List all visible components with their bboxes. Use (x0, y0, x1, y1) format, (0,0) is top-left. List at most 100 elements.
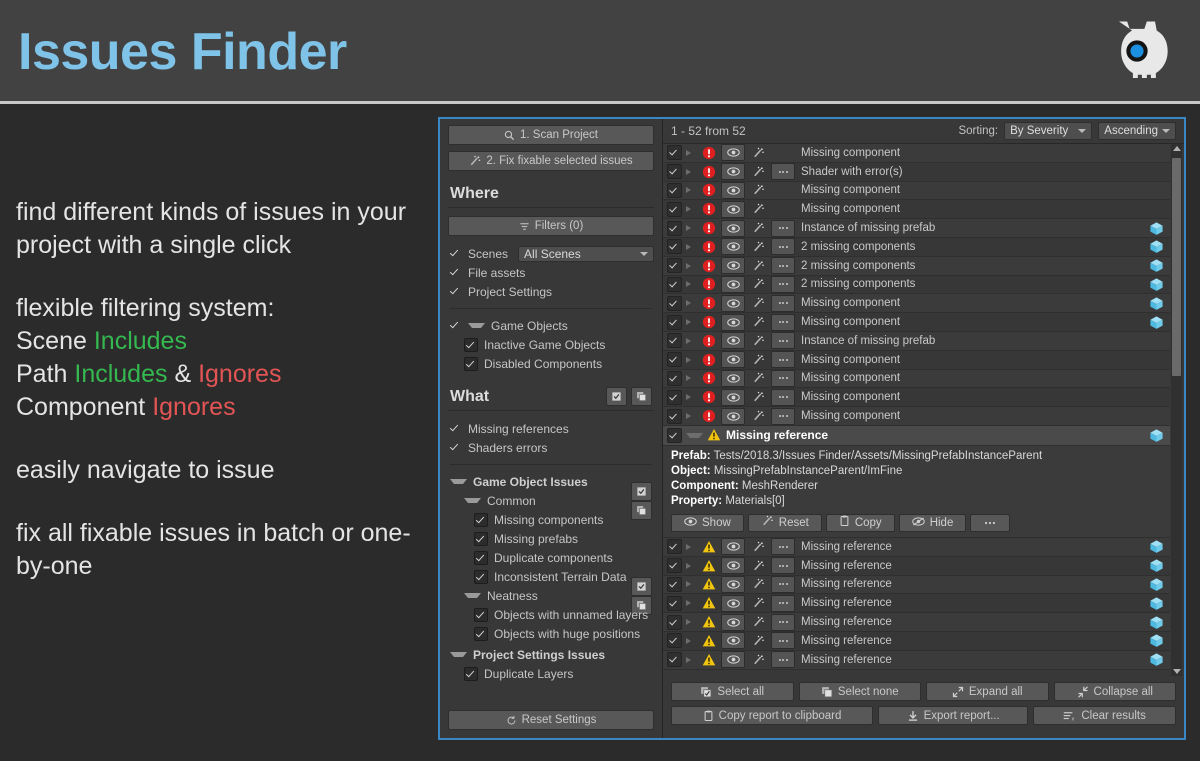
chevron-down-icon[interactable] (464, 593, 481, 598)
chevron-down-icon[interactable] (450, 479, 467, 484)
group-game-object-issues[interactable]: Game Object Issues (448, 472, 654, 491)
chevron-right-icon[interactable] (686, 243, 696, 250)
detail-more-button[interactable] (970, 513, 1011, 532)
issue-row[interactable]: Missing component (663, 388, 1170, 408)
common-checkbox-3[interactable] (474, 569, 488, 584)
neatness-checkbox-1[interactable] (474, 626, 488, 641)
row-checkbox[interactable] (667, 145, 682, 161)
group-project-settings-issues[interactable]: Project Settings Issues (448, 645, 654, 664)
check-all-icon[interactable] (606, 387, 627, 406)
checkbox-row-scenes[interactable]: Scenes All Scenes (448, 244, 654, 263)
row-fix-button[interactable] (748, 277, 768, 292)
issue-row-selected[interactable]: Missing reference (663, 425, 1170, 446)
detail-copy-button[interactable]: Copy (825, 513, 895, 532)
row-fix-button[interactable] (748, 315, 768, 330)
row-fix-button[interactable] (748, 239, 768, 254)
chevron-right-icon[interactable] (686, 149, 696, 156)
issue-row[interactable]: Missing component (663, 369, 1170, 389)
row-more-button[interactable] (771, 632, 795, 650)
detail-hide-button[interactable]: Hide (898, 513, 967, 532)
vertical-scrollbar[interactable] (1171, 144, 1182, 676)
row-show-button[interactable] (721, 219, 745, 237)
row-fix-button[interactable] (748, 164, 768, 179)
row-checkbox[interactable] (667, 558, 682, 574)
chevron-right-icon[interactable] (686, 656, 696, 663)
chevron-right-icon[interactable] (686, 356, 696, 363)
row-show-button[interactable] (721, 238, 745, 256)
checkbox-row-disabled-components[interactable]: Disabled Components (448, 354, 654, 373)
chevron-right-icon[interactable] (686, 262, 696, 269)
row-show-button[interactable] (721, 613, 745, 631)
issue-row[interactable]: Instance of missing prefab (663, 219, 1170, 238)
row-more-button[interactable] (771, 313, 795, 331)
chevron-right-icon[interactable] (686, 281, 696, 288)
duplicate-layers-checkbox[interactable] (464, 666, 478, 681)
row-show-button[interactable] (721, 575, 745, 593)
row-checkbox[interactable] (667, 239, 682, 255)
row-fix-button[interactable] (748, 145, 768, 160)
row-fix-button[interactable] (748, 577, 768, 592)
row-fix-button[interactable] (748, 558, 768, 573)
row-checkbox[interactable] (667, 182, 682, 198)
chevron-right-icon[interactable] (686, 543, 696, 550)
chevron-down-icon[interactable] (450, 652, 467, 657)
row-checkbox[interactable] (667, 333, 682, 349)
row-show-button[interactable] (721, 181, 745, 199)
chevron-right-icon[interactable] (686, 581, 696, 588)
row-show-button[interactable] (721, 332, 745, 350)
issue-row[interactable]: Missing reference (663, 631, 1170, 651)
row-checkbox[interactable] (667, 295, 682, 311)
chevron-down-icon[interactable] (464, 498, 481, 503)
row-checkbox[interactable] (667, 389, 682, 405)
chevron-right-icon[interactable] (686, 375, 696, 382)
row-fix-button[interactable] (748, 333, 768, 348)
row-fix-button[interactable] (748, 183, 768, 198)
checkbox-row-common-0[interactable]: Missing components (448, 510, 654, 529)
row-checkbox[interactable] (667, 614, 682, 630)
scenes-checkbox[interactable] (450, 248, 462, 260)
row-fix-button[interactable] (748, 409, 768, 424)
expand-all-button[interactable]: Expand all (926, 682, 1049, 701)
row-more-button[interactable] (771, 294, 795, 312)
issue-row[interactable]: Missing reference (663, 556, 1170, 576)
row-show-button[interactable] (721, 632, 745, 650)
inactive-game-objects-checkbox[interactable] (464, 337, 478, 352)
row-show-button[interactable] (721, 388, 745, 406)
row-fix-button[interactable] (748, 221, 768, 236)
row-checkbox[interactable] (667, 408, 682, 424)
row-show-button[interactable] (721, 275, 745, 293)
checkbox-row-neatness-1[interactable]: Objects with huge positions (448, 624, 654, 643)
copy-report-to-clipboard-button[interactable]: Copy report to clipboard (671, 706, 874, 725)
row-show-button[interactable] (721, 594, 745, 612)
row-checkbox[interactable] (667, 633, 682, 649)
chevron-right-icon[interactable] (686, 206, 696, 213)
check-all-icon[interactable] (631, 481, 652, 501)
issue-row[interactable]: 2 missing components (663, 275, 1170, 295)
chevron-right-icon[interactable] (686, 187, 696, 194)
issue-row[interactable]: 2 missing components (663, 256, 1170, 276)
row-fix-button[interactable] (748, 390, 768, 405)
row-fix-button[interactable] (748, 352, 768, 367)
row-checkbox[interactable] (667, 276, 682, 292)
row-show-button[interactable] (721, 200, 745, 218)
row-checkbox[interactable] (667, 314, 682, 330)
missing-references-checkbox[interactable] (450, 423, 462, 435)
row-fix-button[interactable] (748, 596, 768, 611)
issue-row[interactable]: Missing component (663, 407, 1170, 426)
row-more-button[interactable] (771, 351, 795, 369)
row-checkbox[interactable] (667, 370, 682, 386)
filters-button[interactable]: Filters (0) (448, 216, 654, 236)
checkbox-row-project-settings[interactable]: Project Settings (448, 282, 654, 301)
select-none-button[interactable]: Select none (798, 682, 921, 701)
row-checkbox[interactable] (667, 652, 682, 668)
row-show-button[interactable] (721, 351, 745, 369)
row-show-button[interactable] (721, 369, 745, 387)
row-more-button[interactable] (771, 557, 795, 575)
row-more-button[interactable] (771, 163, 795, 181)
row-show-button[interactable] (721, 651, 745, 669)
row-more-button[interactable] (771, 613, 795, 631)
chevron-right-icon[interactable] (686, 319, 696, 326)
chevron-down-icon[interactable] (468, 323, 485, 328)
row-show-button[interactable] (721, 313, 745, 331)
scroll-down-arrow-icon[interactable] (1173, 669, 1181, 674)
